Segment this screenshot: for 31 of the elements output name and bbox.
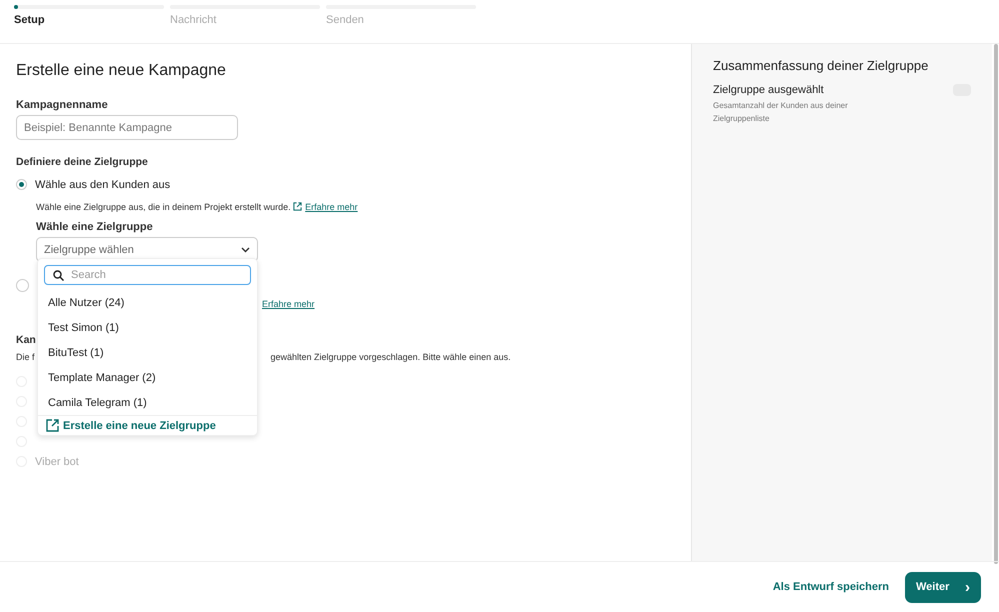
radio-button[interactable] [16,179,27,190]
dropdown-item[interactable]: Alle Nutzer (24) [38,291,134,316]
field-label: Wähle eine Zielgruppe [36,221,153,233]
summary-label: Zielgruppe ausgewählt [713,84,824,96]
external-link-icon [293,202,302,211]
search-icon [53,270,64,281]
section-heading: Kan [16,334,36,346]
summary-title: Zusammenfassung deiner Zielgruppe [713,58,930,73]
save-draft-button[interactable]: Als Entwurf speichern [766,580,895,594]
step-label[interactable]: Setup [14,14,45,26]
hint-text: Wähle eine Zielgruppe aus, die in deinem Projekt erstellt wurde. Erfahre mehr [36,202,358,212]
field-label: Kampagnenname [16,99,108,111]
search-field[interactable]: Search [44,265,251,285]
dropdown-item[interactable]: BituTest (1) [38,341,114,366]
learn-more-link[interactable]: Erfahre mehr [293,202,358,212]
external-link-icon [46,419,59,432]
hint-text: Die f [16,352,35,362]
dropdown-item[interactable]: Template Manager (2) [38,366,166,391]
dropdown-item[interactable]: Camila Telegram (1) [38,391,157,416]
next-button[interactable]: Weiter › [905,572,981,602]
create-audience-link[interactable]: Erstelle eine neue Zielgruppe [38,415,257,435]
summary-description: Gesamtanzahl der Kunden aus deiner Zielgruppenliste [713,100,849,125]
page-title: Erstelle eine neue Kampagne [16,61,227,81]
learn-more-link[interactable]: Erfahre mehr [262,299,315,309]
hint-text: gewählten Zielgruppe vorgeschlagen. Bitte wähle einen aus. [270,352,511,362]
campaign-name-field[interactable]: Beispiel: Benannte Kampagne [16,115,238,140]
radio-label[interactable]: Wähle aus den Kunden aus [35,178,170,190]
radio-button[interactable] [16,278,29,292]
dropdown-item[interactable]: Test Simon (1) [38,316,129,341]
chevron-down-icon [241,246,250,252]
section-heading: Definiere deine Zielgruppe [16,156,148,168]
